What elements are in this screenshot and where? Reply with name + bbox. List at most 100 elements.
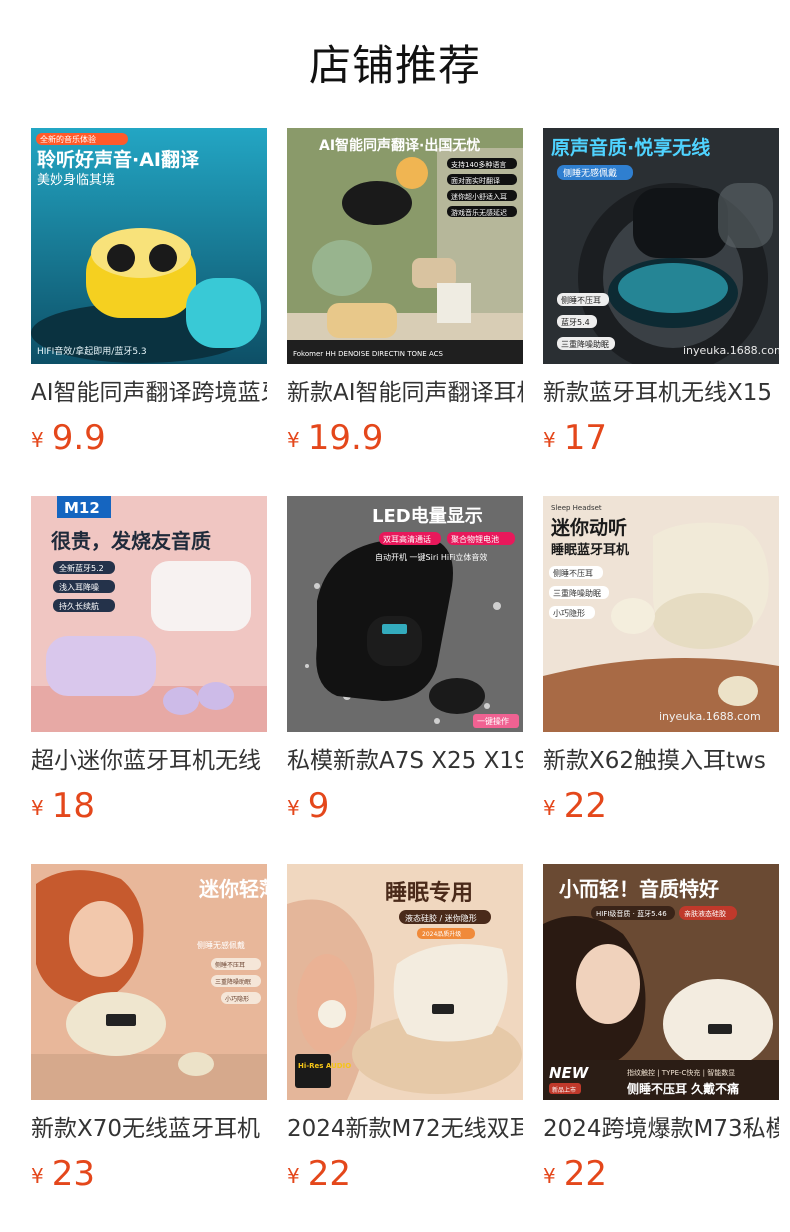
product-image[interactable]: 全新的音乐体验 聆听好声音·AI翻译 美妙身临其境 HIFI音效/拿起即用/蓝牙… xyxy=(31,128,267,364)
image-footer: 侧睡不压耳 久戴不痛 xyxy=(627,1081,739,1096)
price-value: 19.9 xyxy=(307,418,384,458)
image-headline: AI智能同声翻译·出国无忧 xyxy=(319,137,480,154)
image-headline: 很贵，发烧友音质 xyxy=(51,529,211,553)
earbuds-product-photo: 迷你轻薄 侧睡无感佩戴 侧睡不压耳 三重降噪助眠 小巧隐形 xyxy=(31,864,267,1100)
image-headline: 小而轻！音质特好 xyxy=(559,877,719,901)
price-value: 23 xyxy=(51,1154,95,1194)
product-image[interactable]: 迷你轻薄 侧睡无感佩戴 侧睡不压耳 三重降噪助眠 小巧隐形 xyxy=(31,864,267,1100)
currency-symbol: ¥ xyxy=(31,796,44,820)
image-footer: Fokomer HH DENOISE DIRECTIN TONE ACS xyxy=(293,350,443,358)
price-value: 22 xyxy=(563,786,607,826)
price-value: 18 xyxy=(51,786,95,826)
image-footer: 一键操作 xyxy=(477,716,509,726)
earbuds-product-photo: AI智能同声翻译·出国无忧 支持140多种语言 面对面实时翻译 迷你超小舒适入耳… xyxy=(287,128,523,364)
hi-res-audio-logo: Hi-Res AUDIO xyxy=(298,1062,351,1070)
image-tag: 聚合物锂电池 xyxy=(451,534,499,544)
image-tag: 小巧隐形 xyxy=(553,608,585,618)
product-name[interactable]: 2024跨境爆款M73私模 xyxy=(543,1112,779,1146)
earbuds-product-photo: Sleep Headset 迷你动听 睡眠蓝牙耳机 侧睡不压耳 三重降噪助眠 小… xyxy=(543,496,779,732)
product-name[interactable]: AI智能同声翻译跨境蓝牙耳机 xyxy=(31,376,267,410)
new-sub-label: 新品上市 xyxy=(552,1086,576,1094)
earbuds-product-photo: 小而轻！音质特好 HIFI级音质 · 蓝牙5.46 亲肤液态硅胶 NEW 新品上… xyxy=(543,864,779,1100)
product-price: ¥22 xyxy=(543,786,607,826)
image-tag: 双耳高清通话 xyxy=(383,534,431,544)
product-name[interactable]: 新款蓝牙耳机无线X15 xyxy=(543,376,779,410)
image-headline: 聆听好声音·AI翻译 xyxy=(37,148,200,171)
product-price: ¥22 xyxy=(543,1154,607,1194)
image-tag: 三重降噪助眠 xyxy=(215,978,251,986)
image-footer: HIFI音效/拿起即用/蓝牙5.3 xyxy=(37,345,147,357)
product-price: ¥23 xyxy=(31,1154,95,1194)
image-subtitle: 侧睡无感佩戴 xyxy=(197,940,245,950)
currency-symbol: ¥ xyxy=(287,1164,300,1188)
image-headline-line1: 迷你轻薄 xyxy=(198,877,267,901)
image-tag: 三重降噪助眠 xyxy=(561,339,609,349)
product-name[interactable]: 新款AI智能同声翻译耳机 xyxy=(287,376,523,410)
image-tag: 三重降噪助眠 xyxy=(553,588,601,598)
image-tag: 侧睡不压耳 xyxy=(215,961,245,969)
product-price: ¥22 xyxy=(287,1154,351,1194)
product-image[interactable]: 小而轻！音质特好 HIFI级音质 · 蓝牙5.46 亲肤液态硅胶 NEW 新品上… xyxy=(543,864,779,1100)
image-badge: 2024品质升级 xyxy=(422,930,461,938)
product-price: ¥19.9 xyxy=(287,418,383,458)
new-label: NEW xyxy=(549,1064,590,1082)
product-image[interactable]: LED电量显示 双耳高清通话 聚合物锂电池 自动开机 一键Siri HiFi立体… xyxy=(287,496,523,732)
product-image[interactable]: Sleep Headset 迷你动听 睡眠蓝牙耳机 侧睡不压耳 三重降噪助眠 小… xyxy=(543,496,779,732)
product-name[interactable]: 2024新款M72无线双耳 xyxy=(287,1112,523,1146)
image-headline: LED电量显示 xyxy=(372,505,483,527)
currency-symbol: ¥ xyxy=(543,428,556,452)
image-watermark: inyeuka.1688.com xyxy=(683,344,779,357)
currency-symbol: ¥ xyxy=(287,796,300,820)
earbuds-product-photo: M12 很贵，发烧友音质 全新蓝牙5.2 浅入耳降噪 持久长续航 xyxy=(31,496,267,732)
product-name[interactable]: 新款X62触摸入耳tws xyxy=(543,744,779,778)
price-value: 22 xyxy=(307,1154,351,1194)
product-name[interactable]: 新款X70无线蓝牙耳机 xyxy=(31,1112,267,1146)
image-subtitle: 美妙身临其境 xyxy=(37,172,115,188)
product-image[interactable]: M12 很贵，发烧友音质 全新蓝牙5.2 浅入耳降噪 持久长续航 xyxy=(31,496,267,732)
product-price: ¥17 xyxy=(543,418,607,458)
image-tag: 面对面实时翻译 xyxy=(451,176,500,185)
price-value: 17 xyxy=(563,418,607,458)
image-subtitle: 自动开机 一键Siri HiFi立体音效 xyxy=(375,552,487,562)
image-headline: 睡眠专用 xyxy=(385,880,473,906)
product-price: ¥9 xyxy=(287,786,329,826)
image-tag: 支持140多种语言 xyxy=(451,160,506,169)
page-title: 店铺推荐 xyxy=(308,41,481,90)
image-subtitle: 睡眠蓝牙耳机 xyxy=(551,542,629,558)
product-image[interactable]: 原声音质·悦享无线 侧睡无感佩戴 侧睡不压耳 蓝牙5.4 三重降噪助眠 inye… xyxy=(543,128,779,364)
earbuds-product-photo: 原声音质·悦享无线 侧睡无感佩戴 侧睡不压耳 蓝牙5.4 三重降噪助眠 inye… xyxy=(543,128,779,364)
image-tag: 蓝牙5.4 xyxy=(561,317,590,327)
product-name[interactable]: 超小迷你蓝牙耳机无线 xyxy=(31,744,267,778)
image-tag: 侧睡不压耳 xyxy=(553,568,593,578)
image-tag: 全新蓝牙5.2 xyxy=(59,563,104,573)
price-value: 9.9 xyxy=(51,418,106,458)
currency-symbol: ¥ xyxy=(543,796,556,820)
product-name[interactable]: 私模新款A7S X25 X19 xyxy=(287,744,523,778)
image-tag: 浅入耳降噪 xyxy=(59,582,99,592)
image-subtitle: 液态硅胶 / 迷你隐形 xyxy=(405,913,477,923)
price-value: 22 xyxy=(563,1154,607,1194)
image-subtitle: 指纹触控 | TYPE-C快充 | 智能数显 xyxy=(627,1068,735,1077)
earbuds-product-photo: LED电量显示 双耳高清通话 聚合物锂电池 自动开机 一键Siri HiFi立体… xyxy=(287,496,523,732)
image-headline: 原声音质·悦享无线 xyxy=(551,136,710,159)
earbuds-product-photo: 睡眠专用 液态硅胶 / 迷你隐形 2024品质升级 Hi-Res AUDIO xyxy=(287,864,523,1100)
earbuds-product-photo: 全新的音乐体验 聆听好声音·AI翻译 美妙身临其境 HIFI音效/拿起即用/蓝牙… xyxy=(31,128,267,364)
price-value: 9 xyxy=(307,786,330,826)
product-price: ¥18 xyxy=(31,786,95,826)
image-badge: 侧睡无感佩戴 xyxy=(563,167,617,179)
currency-symbol: ¥ xyxy=(31,1164,44,1188)
product-price: ¥9.9 xyxy=(31,418,106,458)
currency-symbol: ¥ xyxy=(543,1164,556,1188)
image-badge: 全新的音乐体验 xyxy=(40,134,96,144)
image-tag: HIFI级音质 · 蓝牙5.46 xyxy=(596,909,667,918)
currency-symbol: ¥ xyxy=(287,428,300,452)
image-tag: 亲肤液态硅胶 xyxy=(684,909,726,918)
product-image[interactable]: AI智能同声翻译·出国无忧 支持140多种语言 面对面实时翻译 迷你超小舒适入耳… xyxy=(287,128,523,364)
currency-symbol: ¥ xyxy=(31,428,44,452)
product-image[interactable]: 睡眠专用 液态硅胶 / 迷你隐形 2024品质升级 Hi-Res AUDIO xyxy=(287,864,523,1100)
image-model: M12 xyxy=(64,499,100,517)
image-tag: 侧睡不压耳 xyxy=(561,295,601,305)
image-tag: 游戏音乐无感延迟 xyxy=(451,208,507,217)
image-tag: 小巧隐形 xyxy=(225,995,249,1003)
image-tag: 迷你超小舒适入耳 xyxy=(451,192,507,201)
